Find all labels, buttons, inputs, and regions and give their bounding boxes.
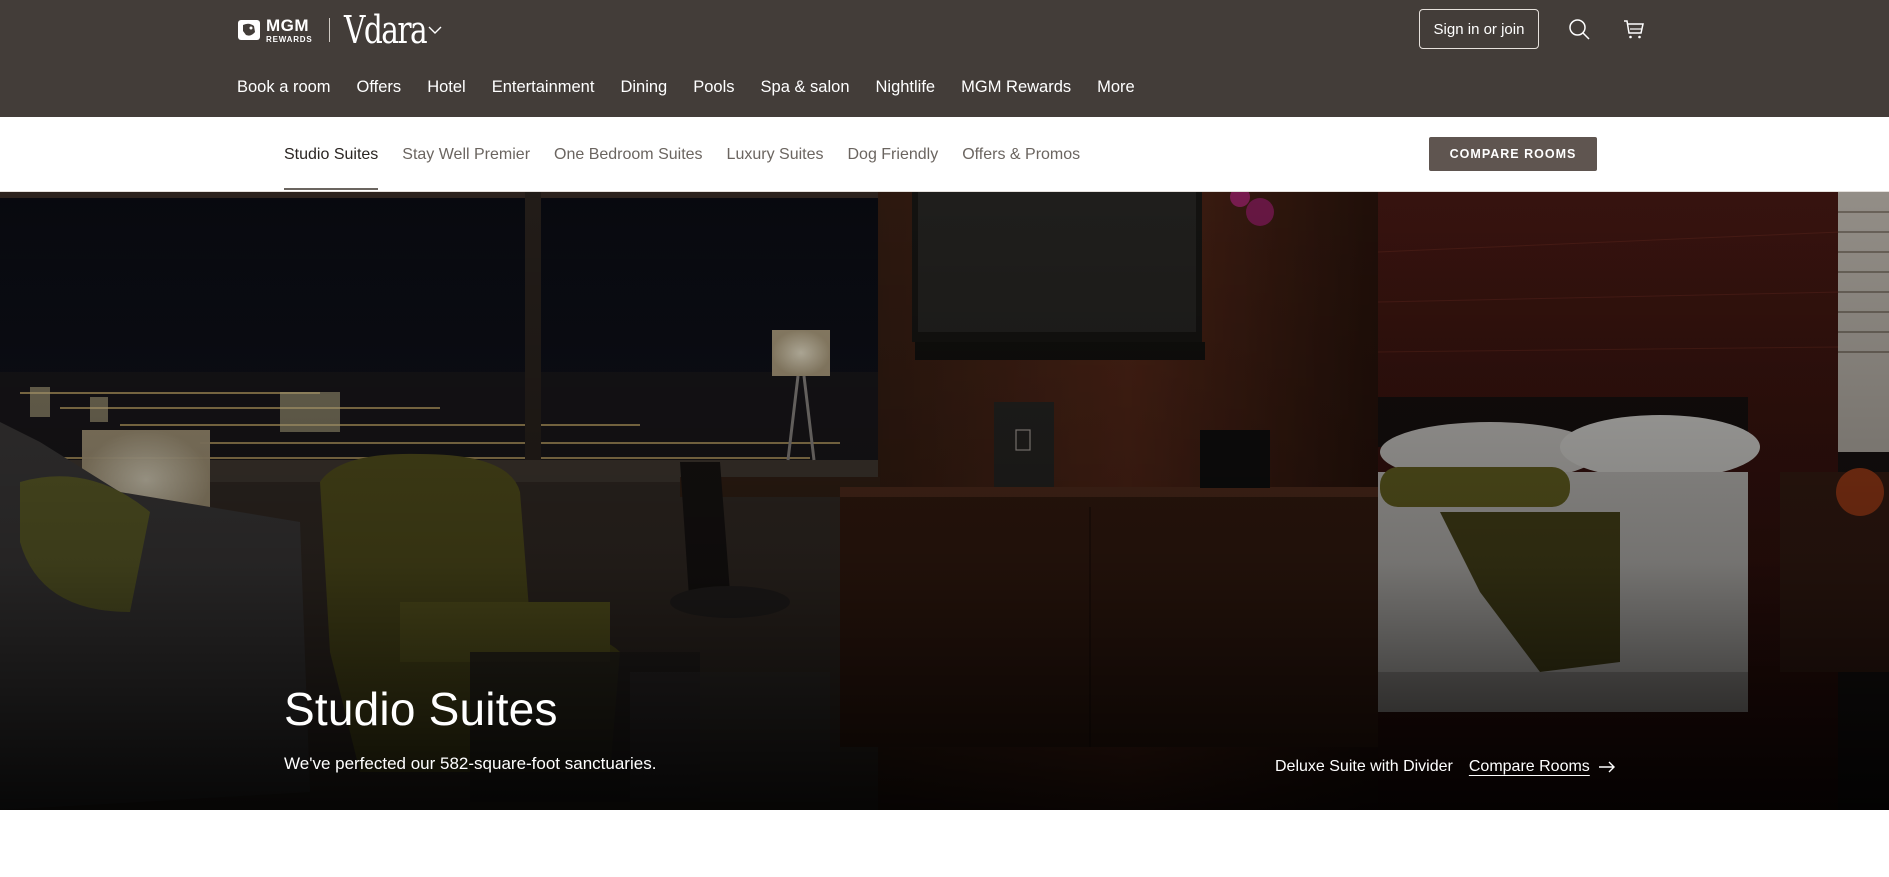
- tab-stay-well-premier[interactable]: Stay Well Premier: [402, 117, 530, 192]
- hero-suite-links: Deluxe Suite with Divider Compare Rooms: [1275, 758, 1616, 776]
- nav-pools[interactable]: Pools: [693, 78, 734, 97]
- cart-icon[interactable]: [1622, 17, 1646, 41]
- tab-offers-promos[interactable]: Offers & Promos: [962, 117, 1080, 192]
- brand-logo[interactable]: MGM REWARDS Vdara: [237, 8, 444, 52]
- nav-nightlife[interactable]: Nightlife: [876, 78, 936, 97]
- nav-more[interactable]: More: [1097, 78, 1135, 97]
- nav-entertainment[interactable]: Entertainment: [492, 78, 595, 97]
- sub-navigation: Studio Suites Stay Well Premier One Bedr…: [0, 117, 1889, 192]
- nav-hotel[interactable]: Hotel: [427, 78, 466, 97]
- compare-rooms-link[interactable]: Compare Rooms: [1469, 758, 1590, 776]
- suite-name: Deluxe Suite with Divider: [1275, 758, 1453, 775]
- tab-dog-friendly[interactable]: Dog Friendly: [847, 117, 938, 192]
- sign-in-button[interactable]: Sign in or join: [1419, 9, 1539, 49]
- nav-book-a-room[interactable]: Book a room: [237, 78, 331, 97]
- compare-rooms-button[interactable]: COMPARE ROOMS: [1429, 137, 1597, 171]
- hero-banner: Studio Suites We've perfected our 582-sq…: [0, 192, 1889, 810]
- hero-subtitle: We've perfected our 582-square-foot sanc…: [284, 754, 657, 773]
- top-header: MGM REWARDS Vdara Sign in or join Book a…: [0, 0, 1889, 117]
- property-selector[interactable]: Vdara: [343, 8, 428, 52]
- tab-studio-suites[interactable]: Studio Suites: [284, 117, 379, 192]
- nav-mgm-rewards[interactable]: MGM Rewards: [961, 78, 1071, 97]
- brand-divider: [328, 18, 330, 42]
- chevron-down-icon[interactable]: [426, 21, 444, 39]
- search-icon[interactable]: [1567, 17, 1591, 41]
- property-logo-text: Vdara: [343, 8, 428, 52]
- main-navigation: Book a room Offers Hotel Entertainment D…: [237, 78, 1161, 97]
- content-area: [0, 810, 1889, 877]
- nav-dining[interactable]: Dining: [620, 78, 667, 97]
- arrow-right-icon[interactable]: [1598, 760, 1616, 774]
- lion-logo-icon: [238, 20, 260, 40]
- nav-offers[interactable]: Offers: [357, 78, 402, 97]
- tab-one-bedroom-suites[interactable]: One Bedroom Suites: [554, 117, 703, 192]
- rewards-logo-text: REWARDS: [266, 34, 313, 44]
- mgm-rewards-logo[interactable]: MGM REWARDS: [237, 17, 313, 44]
- tab-luxury-suites[interactable]: Luxury Suites: [727, 117, 824, 192]
- room-type-tabs: Studio Suites Stay Well Premier One Bedr…: [284, 117, 1104, 192]
- mgm-logo-text: MGM: [266, 15, 310, 35]
- nav-spa-salon[interactable]: Spa & salon: [761, 78, 850, 97]
- hero-title: Studio Suites: [284, 683, 558, 735]
